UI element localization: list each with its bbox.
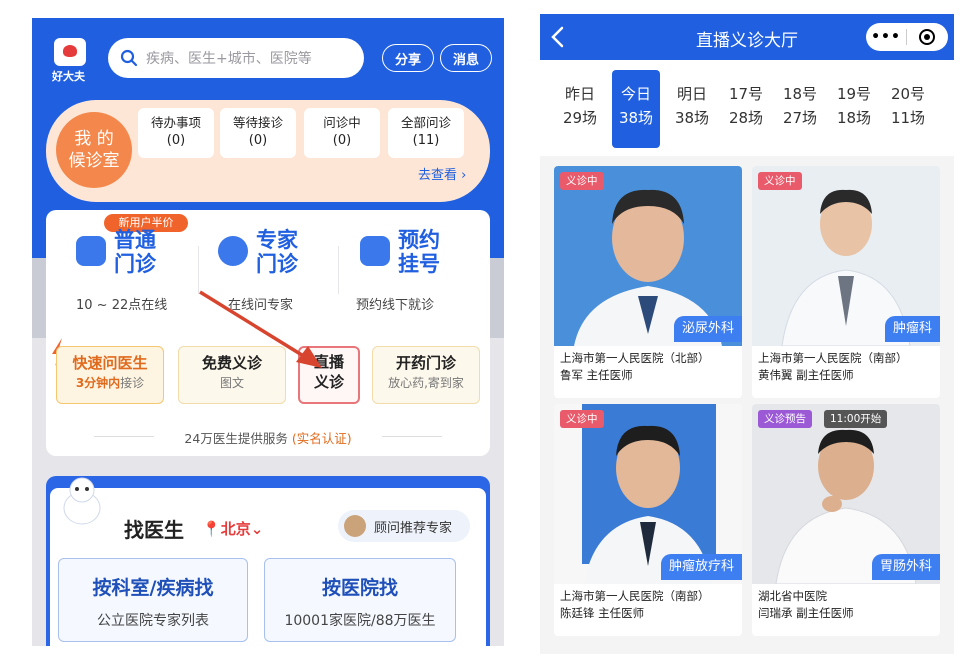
share-button[interactable]: 分享 [382,44,434,72]
todo-item[interactable]: 待办事项 (0) [138,108,214,158]
search-input[interactable]: 疾病、医生+城市、医院等 [108,38,364,78]
prescription-clinic-button[interactable]: 开药门诊 放心药,寄到家 [372,346,480,404]
avatar [344,515,366,537]
home-screen: 好大夫 疾病、医生+城市、医院等 分享 消息 我 的 候诊室 待办事项 (0) … [32,18,504,646]
in-consult-item[interactable]: 问诊中 (0) [304,108,380,158]
nav-bar: 直播义诊大厅 ••• [540,14,954,60]
mascot-icon [63,477,101,525]
doctor-card[interactable]: 义诊预告 11:00开始 胃肠外科 湖北省中医院 闫瑞承 副主任医师 [752,404,940,636]
logo-text: 好大夫 [52,70,85,83]
search-placeholder: 疾病、医生+城市、医院等 [146,51,312,67]
hospital-name: 上海市第一人民医院（南部） [758,351,908,365]
more-icon[interactable]: ••• [866,29,906,45]
doctor-card[interactable]: 义诊中 肿瘤科 上海市第一人民医院（南部） 黄伟翼 副主任医师 [752,166,940,398]
advisor-button[interactable]: 顾问推荐专家 [338,510,470,542]
view-more-link[interactable]: 去查看 › [418,164,466,183]
close-target-icon[interactable] [907,28,947,46]
service-summary: 24万医生提供服务 (实名认证) [184,431,352,446]
tab-day-18[interactable]: 18号 27场 [776,82,824,130]
find-doctor-section: 找医生 📍北京⌄ 顾问推荐专家 按科室/疾病找 公立医院专家列表 按医院找 10… [46,476,490,646]
tab-day-17[interactable]: 17号 28场 [722,82,770,130]
logo-heart-icon [54,38,86,66]
doctor-name: 闫瑞承 副主任医师 [758,606,854,620]
hospital-name: 湖北省中医院 [758,589,827,603]
waiting-room-title[interactable]: 我 的 候诊室 [56,112,132,188]
day-tabs: 昨日 29场 今日 38场 明日 38场 17号 28场 18号 27场 19号 18场 2… [540,60,954,156]
live-status-badge: 义诊中 [560,172,604,190]
city-selector[interactable]: 📍北京⌄ [202,518,263,539]
annotation-arrow [199,290,322,368]
doctor-name: 黄伟翼 副主任医师 [758,368,854,382]
tab-day-20[interactable]: 20号 11场 [884,82,932,130]
awaiting-item[interactable]: 等待接诊 (0) [220,108,296,158]
doctor-card[interactable]: 义诊中 泌尿外科 上海市第一人民医院（北部） 鲁军 主任医师 [554,166,742,398]
live-status-badge: 义诊中 [758,172,802,190]
appointment-registration[interactable]: 预约 挂号 预约线下就诊 [356,228,490,318]
quick-ask-button[interactable]: 快速问医生 3分钟内接诊 [56,346,164,404]
doctor-name: 鲁军 主任医师 [560,368,633,382]
clock-icon [76,236,106,266]
doctor-name: 陈廷锋 主任医师 [560,606,645,620]
miniprogram-capsule: ••• [866,23,948,51]
app-logo[interactable]: 好大夫 [52,38,90,86]
live-status-badge: 义诊中 [560,410,604,428]
tab-tomorrow[interactable]: 明日 38场 [668,82,716,130]
search-icon [120,49,138,67]
tab-today[interactable]: 今日 38场 [612,70,660,148]
tab-yesterday[interactable]: 昨日 29场 [556,82,604,130]
live-hall-screen: 直播义诊大厅 ••• 昨日 29场 今日 38场 明日 38场 17号 28场 18号 2… [540,14,954,654]
hospital-name: 上海市第一人民医院（北部） [560,351,710,365]
doctor-card[interactable]: 义诊中 肿瘤放疗科 上海市第一人民医院（南部） 陈廷锋 主任医师 [554,404,742,636]
calendar-icon [360,236,390,266]
all-consult-item[interactable]: 全部问诊 (11) [388,108,464,158]
hospital-name: 上海市第一人民医院（南部） [560,589,710,603]
doctor-icon [218,236,248,266]
department-label: 肿瘤放疗科 [660,554,742,580]
start-time-badge: 11:00开始 [824,410,888,428]
message-button[interactable]: 消息 [440,44,492,72]
waiting-room-card: 我 的 候诊室 待办事项 (0) 等待接诊 (0) 问诊中 (0) 全部问诊 (… [46,100,490,202]
department-label: 胃肠外科 [871,554,940,580]
department-label: 泌尿外科 [673,316,742,342]
find-doctor-title: 找医生 [124,518,184,542]
tab-day-19[interactable]: 19号 18场 [830,82,878,130]
department-label: 肿瘤科 [884,316,940,342]
composite-screenshot: 好大夫 疾病、医生+城市、医院等 分享 消息 我 的 候诊室 待办事项 (0) … [0,0,968,664]
by-hospital-button[interactable]: 按医院找 10001家医院/88万医生 [264,558,456,642]
by-department-button[interactable]: 按科室/疾病找 公立医院专家列表 [58,558,248,642]
preview-status-badge: 义诊预告 [758,410,812,428]
